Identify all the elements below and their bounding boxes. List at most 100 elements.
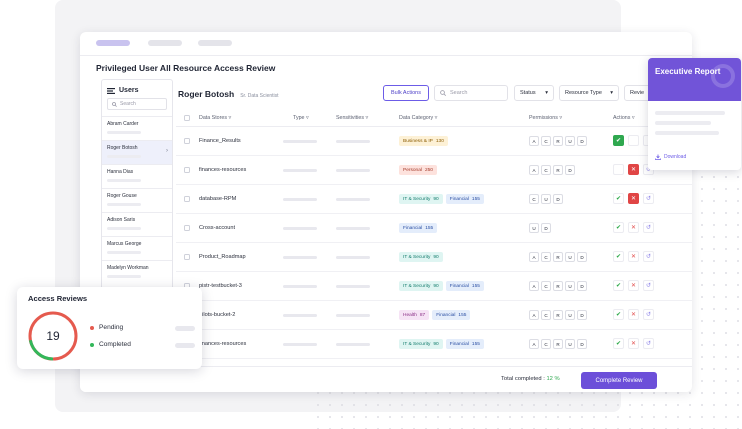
approve-icon[interactable]: ✔ <box>613 280 624 291</box>
permission-chip[interactable]: C <box>529 194 539 204</box>
col-data-stores[interactable]: Data Stores ▿ <box>199 115 231 121</box>
user-list-item[interactable]: Abram Carder <box>102 116 172 140</box>
col-data-category[interactable]: Data Category ▿ <box>399 115 437 121</box>
window-tab[interactable] <box>198 40 232 46</box>
row-actions: ✔ ✕ ↺ <box>613 251 654 262</box>
select-all-checkbox[interactable] <box>184 115 190 121</box>
permission-chip[interactable]: U <box>565 281 575 291</box>
bulk-actions-button[interactable]: Bulk Actions <box>383 85 429 101</box>
permission-chip[interactable]: A <box>529 136 539 146</box>
data-store-name[interactable]: pilots-bucket-2 <box>199 312 235 318</box>
data-store-name[interactable]: Product_Roadmap <box>199 254 246 260</box>
inactive-action-icon[interactable] <box>628 135 639 146</box>
permission-chip[interactable]: C <box>541 252 551 262</box>
row-checkbox[interactable] <box>184 167 190 173</box>
resource-type-dropdown[interactable]: Resource Type ▾ <box>559 85 619 101</box>
permission-chip[interactable]: R <box>553 165 563 175</box>
undo-icon[interactable]: ↺ <box>643 251 654 262</box>
approve-icon[interactable]: ✔ <box>613 222 624 233</box>
revoked-icon[interactable]: ✕ <box>628 164 639 175</box>
download-link[interactable]: Download <box>655 154 686 160</box>
approve-icon[interactable]: ✔ <box>613 309 624 320</box>
col-sensitivities[interactable]: Sensitivities ▿ <box>336 115 368 121</box>
col-actions[interactable]: Actions ▿ <box>613 115 635 121</box>
col-type[interactable]: Type ▿ <box>293 115 309 121</box>
data-store-name[interactable]: Finance_Results <box>199 138 241 144</box>
permission-chip[interactable]: A <box>529 252 539 262</box>
executive-report-card[interactable]: Executive Report Download <box>648 58 741 170</box>
permission-chip[interactable]: R <box>553 339 563 349</box>
data-store-name[interactable]: pistr-testbucket-3 <box>199 283 242 289</box>
permission-chip[interactable]: U <box>565 252 575 262</box>
complete-review-button[interactable]: Complete Review <box>581 372 657 389</box>
undo-icon[interactable]: ↺ <box>643 338 654 349</box>
permission-chip[interactable]: U <box>565 339 575 349</box>
revoke-icon[interactable]: ✕ <box>628 251 639 262</box>
revoke-icon[interactable]: ✕ <box>628 338 639 349</box>
permission-chip[interactable]: C <box>541 136 551 146</box>
permission-chip[interactable]: D <box>565 165 575 175</box>
permission-chip[interactable]: U <box>565 136 575 146</box>
permission-chip[interactable]: D <box>541 223 551 233</box>
permission-chip[interactable]: D <box>577 252 587 262</box>
user-list-item[interactable]: Madelyn Workman <box>102 260 172 284</box>
category-tag: IT & Security90 <box>399 339 443 349</box>
undo-icon[interactable]: ↺ <box>643 193 654 204</box>
user-list-item[interactable]: Adison Saris <box>102 212 172 236</box>
window-tab-active[interactable] <box>96 40 130 46</box>
user-list-item[interactable]: Hanna Dias <box>102 164 172 188</box>
approve-icon[interactable]: ✔ <box>613 193 624 204</box>
permission-chip[interactable]: A <box>529 165 539 175</box>
permission-chip[interactable]: C <box>541 165 551 175</box>
resource-search-input[interactable]: Search <box>434 85 508 101</box>
approve-icon[interactable]: ✔ <box>613 251 624 262</box>
permission-chip[interactable]: A <box>529 281 539 291</box>
permission-chip[interactable]: A <box>529 310 539 320</box>
user-list-item[interactable]: Marcus George <box>102 236 172 260</box>
access-reviews-count: 19 <box>46 329 60 343</box>
permission-chip[interactable]: D <box>577 281 587 291</box>
user-list-item[interactable]: Roger Botosh › <box>102 140 172 164</box>
permission-chip[interactable]: U <box>529 223 539 233</box>
approved-icon[interactable]: ✔ <box>613 135 624 146</box>
permission-chip[interactable]: A <box>529 339 539 349</box>
data-store-name[interactable]: finances-resources <box>199 341 246 347</box>
row-checkbox[interactable] <box>184 225 190 231</box>
row-checkbox[interactable] <box>184 254 190 260</box>
permission-chip[interactable]: D <box>577 339 587 349</box>
permission-chip[interactable]: R <box>553 136 563 146</box>
undo-icon[interactable]: ↺ <box>643 309 654 320</box>
inactive-action-icon[interactable] <box>613 164 624 175</box>
data-store-name[interactable]: database-RPM <box>199 196 236 202</box>
revoke-icon[interactable]: ✕ <box>628 309 639 320</box>
row-checkbox[interactable] <box>184 138 190 144</box>
permission-chip[interactable]: C <box>541 310 551 320</box>
status-dropdown[interactable]: Status ▾ <box>514 85 554 101</box>
row-checkbox[interactable] <box>184 196 190 202</box>
revoked-icon[interactable]: ✕ <box>628 193 639 204</box>
permission-chip[interactable]: C <box>541 339 551 349</box>
users-search-input[interactable]: Search <box>107 98 167 110</box>
permission-chip[interactable]: U <box>541 194 551 204</box>
permission-chip[interactable]: R <box>553 252 563 262</box>
sensitivity-skeleton <box>336 343 370 346</box>
user-list-item[interactable]: Roger Gouse <box>102 188 172 212</box>
permission-chip[interactable]: R <box>553 281 563 291</box>
permission-chip[interactable]: R <box>553 310 563 320</box>
permission-chip[interactable]: C <box>541 281 551 291</box>
col-permissions[interactable]: Permissions ▿ <box>529 115 562 121</box>
revoke-icon[interactable]: ✕ <box>628 222 639 233</box>
undo-icon[interactable]: ↺ <box>643 280 654 291</box>
permission-chip[interactable]: D <box>553 194 563 204</box>
data-store-name[interactable]: finances-resources <box>199 167 246 173</box>
category-tag-count: 250 <box>424 167 433 173</box>
permission-chip[interactable]: U <box>565 310 575 320</box>
approve-icon[interactable]: ✔ <box>613 338 624 349</box>
permission-chip[interactable]: D <box>577 310 587 320</box>
revoke-icon[interactable]: ✕ <box>628 280 639 291</box>
data-store-name[interactable]: Cross-account <box>199 225 235 231</box>
window-tab[interactable] <box>148 40 182 46</box>
undo-icon[interactable]: ↺ <box>643 222 654 233</box>
permission-chip[interactable]: D <box>577 136 587 146</box>
menu-icon <box>107 87 115 94</box>
